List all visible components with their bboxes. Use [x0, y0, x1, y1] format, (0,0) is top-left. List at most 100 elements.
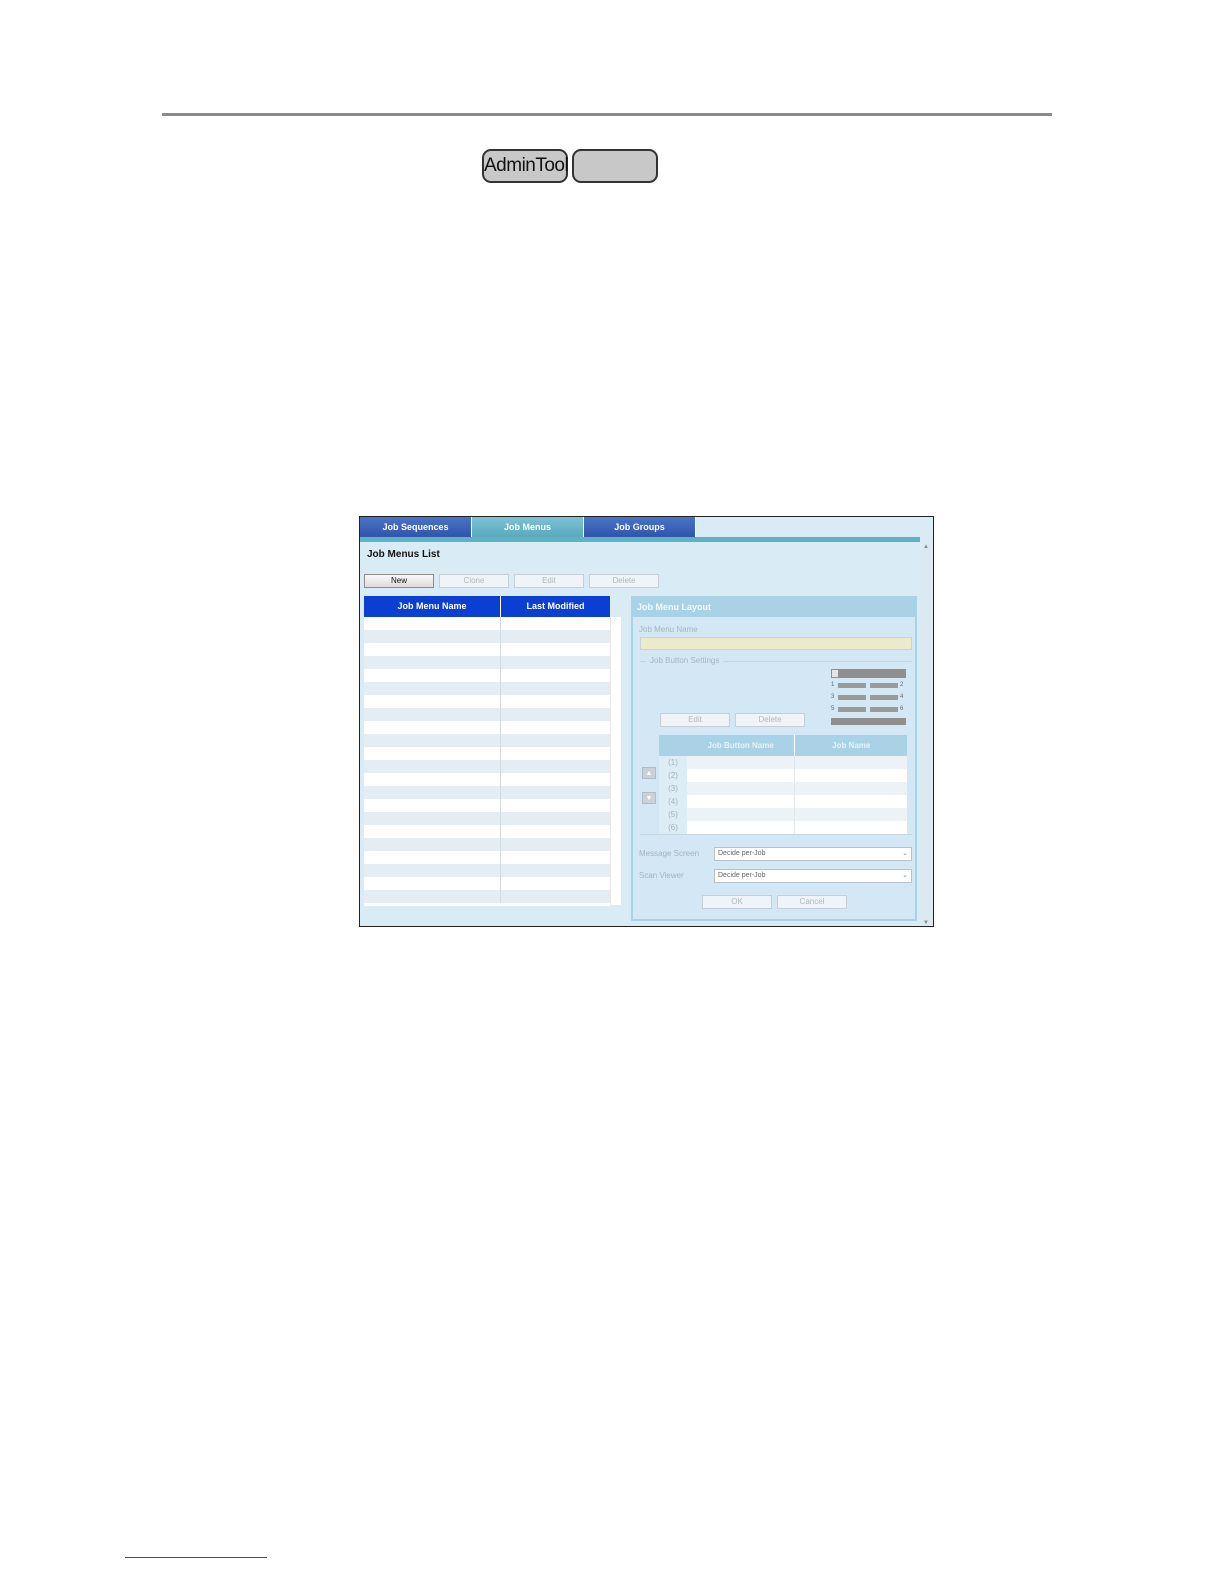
table-row[interactable]: [364, 786, 610, 799]
job-buttons-table-header: Job Button Name Job Name: [659, 735, 907, 756]
table-row[interactable]: (3): [659, 782, 907, 795]
column-header-job-button-name: Job Button Name: [687, 735, 796, 756]
job-menus-list-title: Job Menus List: [367, 549, 440, 560]
preview-bar: [838, 683, 866, 688]
preview-number: 1: [831, 682, 835, 688]
table-row[interactable]: [364, 721, 610, 734]
scan-viewer-select[interactable]: Decide per-Job ⌄: [714, 869, 912, 883]
preview-number: 5: [831, 706, 835, 712]
move-up-icon[interactable]: ▲: [642, 767, 656, 779]
table-row[interactable]: (6): [659, 821, 907, 834]
table-scrollbar[interactable]: [610, 617, 621, 905]
table-row[interactable]: [364, 890, 610, 903]
preview-row: 3 4: [831, 693, 906, 701]
edit-button[interactable]: Edit: [514, 574, 584, 588]
list-toolbar: New Clone Edit Delete: [364, 574, 659, 588]
table-row[interactable]: [364, 682, 610, 695]
scan-viewer-value: Decide per-Job: [718, 872, 766, 879]
column-header-last-modified[interactable]: Last Modified: [501, 596, 610, 617]
preview-number: 6: [900, 706, 904, 712]
row-number: (2): [659, 769, 687, 782]
tab-underline: [360, 537, 920, 542]
message-screen-select[interactable]: Decide per-Job ⌄: [714, 847, 912, 861]
table-row[interactable]: (1): [659, 756, 907, 769]
table-row[interactable]: [364, 617, 610, 630]
row-number: (3): [659, 782, 687, 795]
table-row[interactable]: [364, 695, 610, 708]
preview-bottom-bar: [831, 718, 906, 725]
table-row[interactable]: [364, 877, 610, 890]
table-row[interactable]: [364, 864, 610, 877]
table-row[interactable]: [364, 773, 610, 786]
button-layout-preview: 1 2 3 4 5 6: [831, 669, 906, 725]
dialog-actions: OK Cancel: [702, 895, 847, 909]
preview-bar: [838, 707, 866, 712]
table-row[interactable]: (2): [659, 769, 907, 782]
preview-bar: [870, 683, 898, 688]
scan-viewer-label: Scan Viewer: [639, 871, 684, 880]
column-header-job-menu-name[interactable]: Job Menu Name: [364, 596, 501, 617]
job-button-settings-group: Job Button Settings 1 2 3 4 5 6 Edit Del…: [640, 656, 912, 834]
new-button[interactable]: New: [364, 574, 434, 588]
cancel-button[interactable]: Cancel: [777, 895, 847, 909]
table-row[interactable]: [364, 708, 610, 721]
chevron-down-icon: ⌄: [902, 850, 908, 857]
table-row[interactable]: [364, 630, 610, 643]
preview-bar: [870, 707, 898, 712]
preview-bar: [838, 695, 866, 700]
preview-bar: [870, 695, 898, 700]
chevron-down-icon: ⌄: [902, 872, 908, 879]
table-row[interactable]: [364, 799, 610, 812]
table-header: Job Menu Name Last Modified: [364, 596, 610, 617]
window-scrollbar[interactable]: ▲ ▼: [921, 542, 933, 926]
table-row[interactable]: [364, 643, 610, 656]
column-header-job-name: Job Name: [832, 741, 871, 750]
clone-button[interactable]: Clone: [439, 574, 509, 588]
table-row[interactable]: [364, 851, 610, 864]
tab-job-menus[interactable]: Job Menus: [472, 517, 584, 537]
row-number: (4): [659, 795, 687, 808]
message-screen-label: Message Screen: [639, 849, 700, 858]
table-row[interactable]: [364, 760, 610, 773]
table-row[interactable]: [364, 747, 610, 760]
admintool-badge: AdminTool: [482, 149, 569, 183]
tab-job-groups[interactable]: Job Groups: [584, 517, 696, 537]
scroll-up-icon[interactable]: ▲: [923, 544, 929, 550]
row-number: (5): [659, 808, 687, 821]
job-buttons-table: Job Button Name Job Name (1) (2) (3) (4)…: [659, 735, 907, 834]
preview-number: 3: [831, 694, 835, 700]
delete-button[interactable]: Delete: [589, 574, 659, 588]
table-row[interactable]: [364, 656, 610, 669]
preview-number: 4: [900, 694, 904, 700]
divider: [640, 834, 912, 835]
table-row[interactable]: (5): [659, 808, 907, 821]
ok-button[interactable]: OK: [702, 895, 772, 909]
tab-bar: Job Sequences Job Menus Job Groups: [360, 517, 933, 537]
job-button-delete-button[interactable]: Delete: [735, 713, 805, 727]
page-header-rule: [162, 113, 1052, 116]
preview-row: 1 2: [831, 681, 906, 689]
footer-link-underline[interactable]: [125, 1557, 267, 1558]
table-row[interactable]: (4): [659, 795, 907, 808]
blank-badge: [572, 149, 658, 183]
tab-job-sequences[interactable]: Job Sequences: [360, 517, 472, 537]
job-button-actions: Edit Delete: [660, 713, 805, 727]
row-number: (6): [659, 821, 687, 834]
layout-panel-title: Job Menu Layout: [633, 598, 915, 617]
message-screen-value: Decide per-Job: [718, 850, 766, 857]
job-menus-table: Job Menu Name Last Modified: [364, 596, 621, 906]
move-down-icon[interactable]: ▼: [642, 792, 656, 804]
table-row[interactable]: [364, 825, 610, 838]
preview-top-bar: [831, 669, 906, 678]
table-row[interactable]: [364, 838, 610, 851]
job-menu-layout-panel: Job Menu Layout Job Menu Name Job Button…: [631, 596, 917, 921]
table-row[interactable]: [364, 669, 610, 682]
row-number: (1): [659, 756, 687, 769]
table-body: [364, 617, 610, 903]
table-row[interactable]: [364, 734, 610, 747]
scroll-down-icon[interactable]: ▼: [923, 920, 929, 926]
job-menu-name-input[interactable]: [640, 637, 912, 650]
table-row[interactable]: [364, 812, 610, 825]
job-button-edit-button[interactable]: Edit: [660, 713, 730, 727]
job-menu-name-label: Job Menu Name: [639, 625, 698, 634]
